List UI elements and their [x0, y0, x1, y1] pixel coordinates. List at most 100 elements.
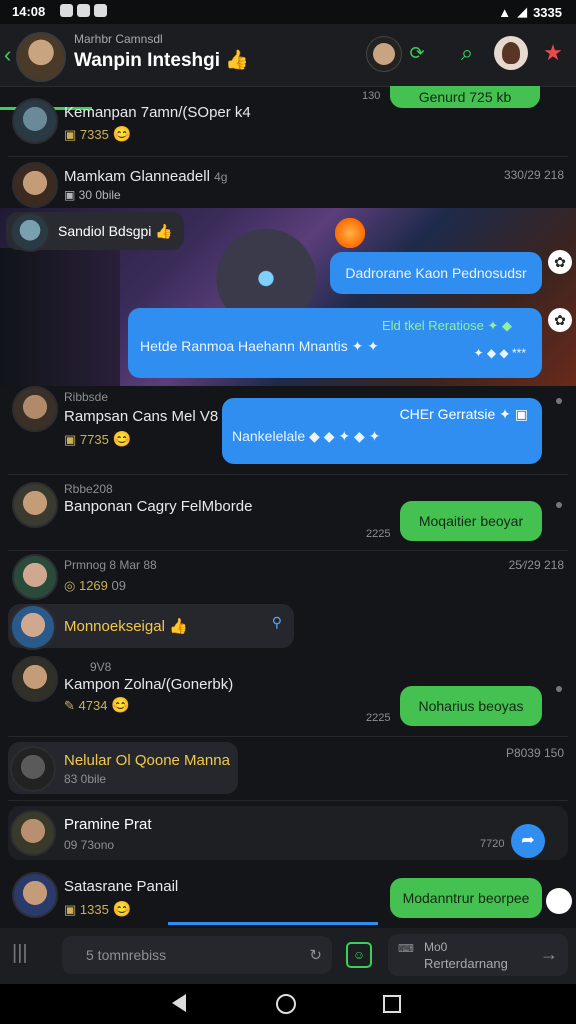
star-icon[interactable]: ★	[536, 36, 570, 70]
group-avatar[interactable]	[16, 32, 66, 82]
message-header: Eld tkel Reratiose ✦ ◆	[381, 318, 512, 333]
notification-icons	[60, 4, 107, 17]
message-bubble[interactable]: Dadrorane Kaon Pednosudsr	[330, 252, 542, 294]
fire-glow	[330, 218, 370, 248]
signal-icon: ▲	[498, 4, 512, 20]
contact-name: Monnoekseigal 👍	[64, 618, 188, 635]
back-arrow-icon[interactable]: ‹	[4, 42, 11, 68]
more-icon[interactable]	[556, 686, 562, 692]
message-text: Nankelelale ◆ ◆ ✦ ◆ ✦	[232, 428, 381, 444]
contact-avatar[interactable]	[12, 482, 58, 528]
chat-row[interactable]: Kemanpan 7amn/(SOper k4 ▣ 7335 😊	[0, 90, 576, 152]
contact-avatar[interactable]	[10, 604, 56, 650]
voice-icon[interactable]: |||	[12, 942, 28, 965]
chat-header: ‹ Marhbr Camnsdl Wanpin Inteshgi 👍 ⟳ ⌕ ★	[0, 24, 576, 110]
input-bar: ||| 5 tomnrebiss ↻ ☺ ⌨ Mo0 Rerterdarnang…	[0, 928, 576, 984]
message-input[interactable]: 5 tomnrebiss ↻	[62, 936, 332, 974]
contact-meta: ▣ 1335 😊	[64, 901, 132, 918]
message-bubble[interactable]: Noharius beoyas	[400, 686, 542, 726]
nav-home-icon[interactable]	[276, 994, 296, 1014]
notification-icon	[60, 4, 73, 17]
search-icon[interactable]: ⌕	[450, 36, 484, 70]
scroll-indicator	[168, 922, 378, 925]
contact-avatar[interactable]	[10, 212, 50, 252]
chat-date: 25∕/29 218	[508, 558, 564, 572]
nav-recents-icon[interactable]	[383, 995, 401, 1013]
message-input-placeholder: 5 tomnrebiss	[86, 947, 167, 963]
header-title[interactable]: Wanpin Inteshgi 👍	[74, 48, 249, 72]
message-time: 2225	[366, 712, 391, 724]
chat-row[interactable]: Pramine Prat 09 73ono 7720 ➦	[8, 806, 568, 860]
contact-avatar[interactable]	[10, 810, 56, 856]
pin-icon[interactable]: ⚲	[272, 614, 282, 631]
quick-reply-sub: Mo0	[424, 940, 448, 954]
wifi-icon: ◢	[517, 4, 528, 19]
message-bubble[interactable]: Eld tkel Reratiose ✦ ◆ Hetde Ranmoa Haeh…	[128, 308, 542, 378]
sticker-icon[interactable]: ☺	[346, 942, 372, 968]
contact-avatar[interactable]	[12, 386, 58, 432]
message-header: CHEr Gerratsie ✦ ▣	[399, 406, 528, 422]
contact-name: Kemanpan 7amn/(SOper k4	[64, 104, 251, 121]
divider	[8, 800, 568, 801]
contact-name: Kampon Zolna/(Gonerbk)	[64, 676, 234, 693]
message-text: Hetde Ranmoa Haehann Mnantis ✦ ✦	[140, 338, 380, 354]
send-icon[interactable]: →	[540, 944, 558, 965]
contact-meta: ▣ 7335 😊	[64, 126, 132, 143]
message-reactions: ✦ ◆ ◆ ***	[473, 346, 526, 360]
reaction-icon[interactable]	[546, 888, 572, 914]
nav-back-icon[interactable]	[172, 994, 186, 1012]
battery-level: 3335	[533, 4, 562, 20]
divider	[8, 736, 568, 737]
contact-meta: ✎ 4734 😊	[64, 697, 130, 714]
contact-avatar[interactable]	[12, 162, 58, 208]
contact-avatar[interactable]	[12, 98, 58, 144]
divider	[8, 474, 568, 475]
message-time: 7720	[480, 838, 505, 850]
status-time: 14:08	[12, 4, 46, 19]
contact-name: Mamkam Glanneadell 4g	[64, 168, 228, 185]
contact-name: Banponan Cagry FelMborde	[64, 498, 253, 515]
status-bar: 14:08 ▲ ◢ 3335	[0, 0, 576, 24]
chat-date: 330/29 218	[503, 168, 564, 182]
reaction-icon[interactable]: ✿	[548, 250, 572, 274]
message-time: 2225	[366, 528, 391, 540]
chat-row[interactable]: Prmnog 8 Mar 88 ◎ 1269 09 25∕/29 218	[0, 552, 576, 602]
message-bubble[interactable]: CHEr Gerratsie ✦ ▣ Nankelelale ◆ ◆ ✦ ◆ ✦	[222, 398, 542, 464]
contact-meta: ◎ 1269 09	[64, 578, 126, 593]
message-bubble[interactable]: Moqaitier beoyar	[400, 501, 542, 541]
avatar-icon[interactable]	[366, 36, 402, 72]
message-bubble[interactable]: Modanntrur beorpee	[390, 878, 542, 918]
chat-row[interactable]: Monnoekseigal 👍 ⚲	[8, 604, 294, 650]
keyboard-icon: ⌨	[398, 943, 414, 955]
reaction-icon[interactable]: ✿	[548, 308, 572, 332]
contact-meta: 09 73ono	[64, 838, 115, 852]
contact-subtitle: Ribbsde	[64, 390, 109, 404]
contact-subtitle: Prmnog 8 Mar 88	[64, 558, 157, 572]
contact-meta: ▣ 7735 😊	[64, 431, 132, 448]
emoji-icon[interactable]: ↻	[309, 946, 322, 964]
divider	[8, 550, 568, 551]
chat-date: P8039 150	[505, 746, 564, 760]
chat-row[interactable]: Mamkam Glanneadell 4g ▣ 30 0bile 330/29 …	[0, 158, 576, 208]
chat-row[interactable]: Nelular Ol Qoone Manna 83 0bile	[8, 742, 238, 794]
contact-name: Sandiol Bdsgpi 👍	[58, 223, 173, 239]
contact-avatar[interactable]	[12, 872, 58, 918]
contact-name: Pramine Prat	[64, 816, 152, 833]
media-background	[0, 248, 120, 386]
contact-avatar[interactable]	[10, 746, 56, 792]
contact-name: Satasrane Panail	[64, 878, 179, 895]
contact-avatar[interactable]	[12, 656, 58, 702]
notification-icon	[77, 4, 90, 17]
chat-row[interactable]: Sandiol Bdsgpi 👍	[6, 212, 184, 252]
more-icon[interactable]	[556, 398, 562, 404]
refresh-icon[interactable]: ⟳	[400, 36, 434, 70]
contact-meta: ▣ 30 0bile	[64, 188, 121, 202]
quick-reply-label: Rerterdarnang	[424, 956, 508, 971]
divider	[8, 156, 568, 157]
more-icon[interactable]	[556, 502, 562, 508]
header-subtitle: Marhbr Camnsdl	[74, 32, 163, 46]
contact-avatar[interactable]	[12, 554, 58, 600]
share-icon[interactable]: ➦	[511, 824, 545, 858]
profile-icon[interactable]	[494, 36, 528, 70]
quick-reply-panel[interactable]: ⌨ Mo0 Rerterdarnang →	[388, 934, 568, 976]
